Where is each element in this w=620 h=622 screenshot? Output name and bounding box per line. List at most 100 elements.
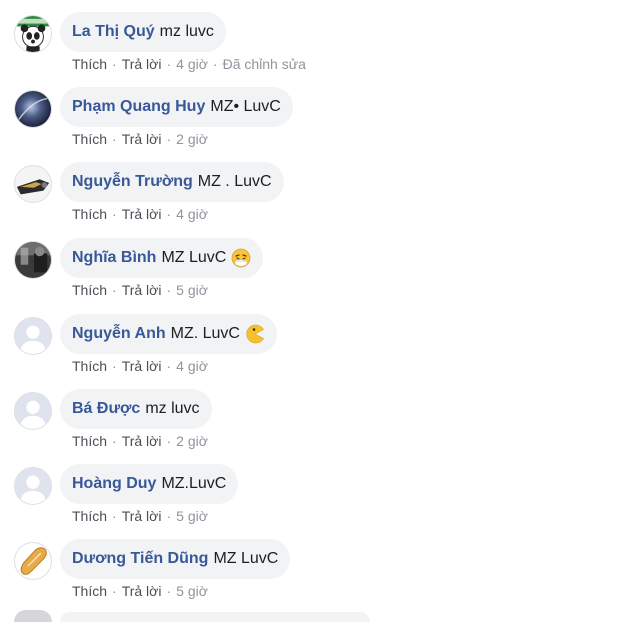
avatar[interactable] bbox=[14, 317, 52, 355]
default-avatar-icon bbox=[15, 393, 51, 429]
separator: · bbox=[112, 583, 117, 599]
comment-actions: Thích · Trả lời · 4 giờ · Đã chỉnh sửa bbox=[72, 56, 306, 72]
next-comment-partial bbox=[14, 610, 374, 622]
comment-bubble bbox=[60, 612, 370, 622]
comment-bubble: Nguyễn Anh MZ. LuvC bbox=[60, 314, 277, 354]
reply-link[interactable]: Trả lời bbox=[122, 358, 162, 374]
avatar[interactable] bbox=[14, 165, 52, 203]
comment-text: mz luvc bbox=[159, 23, 214, 40]
comment-author[interactable]: Hoàng Duy bbox=[72, 475, 156, 493]
separator: · bbox=[166, 358, 172, 374]
comment-actions: Thích · Trả lời · 5 giờ bbox=[72, 583, 208, 599]
comment-text: MZ. LuvC bbox=[170, 325, 240, 342]
pacman-emoji bbox=[245, 324, 265, 344]
panda-avatar-icon bbox=[15, 16, 51, 52]
comment-actions: Thích · Trả lời · 5 giờ bbox=[72, 282, 208, 298]
comment-item: Phạm Quang Huy MZ• LuvC Thích · Trả lời · 2 … bbox=[0, 75, 620, 147]
comment-author[interactable]: Bá Được bbox=[72, 400, 140, 418]
comment-actions: Thích · Trả lời · 5 giờ bbox=[72, 508, 208, 524]
reply-link[interactable]: Trả lời bbox=[122, 206, 162, 222]
comment-timestamp[interactable]: 5 giờ bbox=[176, 583, 208, 599]
separator: · bbox=[166, 583, 172, 599]
avatar[interactable] bbox=[14, 90, 52, 128]
comment-text: MZ.LuvC bbox=[161, 475, 227, 492]
space-avatar-icon bbox=[15, 91, 51, 127]
comment-item: Nguyễn Anh MZ. LuvC Thích · Trả lời · 4 giờ bbox=[0, 302, 620, 374]
comment-timestamp[interactable]: 4 giờ bbox=[176, 358, 208, 374]
avatar[interactable] bbox=[14, 15, 52, 53]
comment-actions: Thích · Trả lời · 4 giờ bbox=[72, 206, 208, 222]
reply-link[interactable]: Trả lời bbox=[122, 433, 162, 449]
comment-list: La Thị Quý mz luvc Thích · Trả lời · 4 giờ · Đ… bbox=[0, 0, 620, 622]
comment-bubble: Nghĩa Bình MZ LuvC bbox=[60, 238, 264, 278]
like-link[interactable]: Thích bbox=[72, 282, 107, 298]
comment-timestamp[interactable]: 4 giờ bbox=[176, 206, 208, 222]
separator: · bbox=[112, 131, 117, 147]
like-link[interactable]: Thích bbox=[72, 583, 107, 599]
comment-actions: Thích · Trả lời · 4 giờ bbox=[72, 358, 208, 374]
comment-author[interactable]: Phạm Quang Huy bbox=[72, 98, 205, 116]
edited-label[interactable]: Đã chỉnh sửa bbox=[223, 56, 306, 72]
comment-item: Nghĩa Bình MZ LuvC Thích · Trả lời · 5 giờ bbox=[0, 226, 620, 298]
comment-text: mz luvc bbox=[145, 400, 200, 417]
avatar[interactable] bbox=[14, 241, 52, 279]
separator: · bbox=[212, 56, 218, 72]
avatar[interactable] bbox=[14, 467, 52, 505]
avatar[interactable] bbox=[14, 610, 52, 622]
comment-bubble: Nguyễn Trường MZ . LuvC bbox=[60, 162, 284, 202]
separator: · bbox=[166, 508, 172, 524]
like-link[interactable]: Thích bbox=[72, 206, 107, 222]
comment-item: Bá Được mz luvc Thích · Trả lời · 2 giờ bbox=[0, 377, 620, 449]
comment-author[interactable]: La Thị Quý bbox=[72, 23, 155, 41]
comment-item: Nguyễn Trường MZ . LuvC Thích · Trả lời · 4 … bbox=[0, 150, 620, 222]
reply-link[interactable]: Trả lời bbox=[122, 56, 162, 72]
separator: · bbox=[166, 131, 172, 147]
comment-timestamp[interactable]: 4 giờ bbox=[176, 56, 208, 72]
reply-link[interactable]: Trả lời bbox=[122, 282, 162, 298]
comment-actions: Thích · Trả lời · 2 giờ bbox=[72, 433, 208, 449]
comment-bubble: Hoàng Duy MZ.LuvC bbox=[60, 464, 239, 504]
avatar[interactable] bbox=[14, 542, 52, 580]
default-avatar-icon bbox=[15, 468, 51, 504]
reply-link[interactable]: Trả lời bbox=[122, 508, 162, 524]
separator: · bbox=[112, 433, 117, 449]
sneezing-face-emoji bbox=[231, 248, 251, 268]
comment-timestamp[interactable]: 2 giờ bbox=[176, 131, 208, 147]
comment-item: Hoàng Duy MZ.LuvC Thích · Trả lời · 5 giờ bbox=[0, 452, 620, 524]
comment-bubble: La Thị Quý mz luvc bbox=[60, 12, 226, 52]
comment-item: Dương Tiến Dũng MZ LuvC Thích · Trả lời · 5 … bbox=[0, 527, 620, 599]
comment-bubble: Bá Được mz luvc bbox=[60, 389, 212, 429]
default-avatar-icon bbox=[15, 318, 51, 354]
comment-bubble: Phạm Quang Huy MZ• LuvC bbox=[60, 87, 293, 127]
comment-author[interactable]: Nguyễn Trường bbox=[72, 173, 193, 191]
like-link[interactable]: Thích bbox=[72, 131, 107, 147]
comment-author[interactable]: Dương Tiến Dũng bbox=[72, 550, 208, 568]
comment-text: MZ LuvC bbox=[161, 249, 227, 266]
object-avatar-icon bbox=[15, 166, 51, 202]
like-link[interactable]: Thích bbox=[72, 508, 107, 524]
separator: · bbox=[166, 206, 172, 222]
comment-bubble: Dương Tiến Dũng MZ LuvC bbox=[60, 539, 291, 579]
comment-author[interactable]: Nguyễn Anh bbox=[72, 325, 166, 343]
like-link[interactable]: Thích bbox=[72, 358, 107, 374]
separator: · bbox=[166, 282, 172, 298]
separator: · bbox=[112, 358, 117, 374]
dark-photo-avatar-icon bbox=[15, 242, 51, 278]
comment-timestamp[interactable]: 5 giờ bbox=[176, 282, 208, 298]
separator: · bbox=[166, 56, 172, 72]
comment-actions: Thích · Trả lời · 2 giờ bbox=[72, 131, 208, 147]
like-link[interactable]: Thích bbox=[72, 56, 107, 72]
comment-author[interactable]: Nghĩa Bình bbox=[72, 249, 156, 267]
separator: · bbox=[166, 433, 172, 449]
reply-link[interactable]: Trả lời bbox=[122, 131, 162, 147]
reply-link[interactable]: Trả lời bbox=[122, 583, 162, 599]
comment-text: MZ LuvC bbox=[213, 550, 279, 567]
like-link[interactable]: Thích bbox=[72, 433, 107, 449]
comment-timestamp[interactable]: 2 giờ bbox=[176, 433, 208, 449]
separator: · bbox=[112, 206, 117, 222]
avatar[interactable] bbox=[14, 392, 52, 430]
comment-timestamp[interactable]: 5 giờ bbox=[176, 508, 208, 524]
comment-text: MZ• LuvC bbox=[210, 98, 281, 115]
separator: · bbox=[112, 508, 117, 524]
bread-avatar-icon bbox=[15, 543, 51, 579]
